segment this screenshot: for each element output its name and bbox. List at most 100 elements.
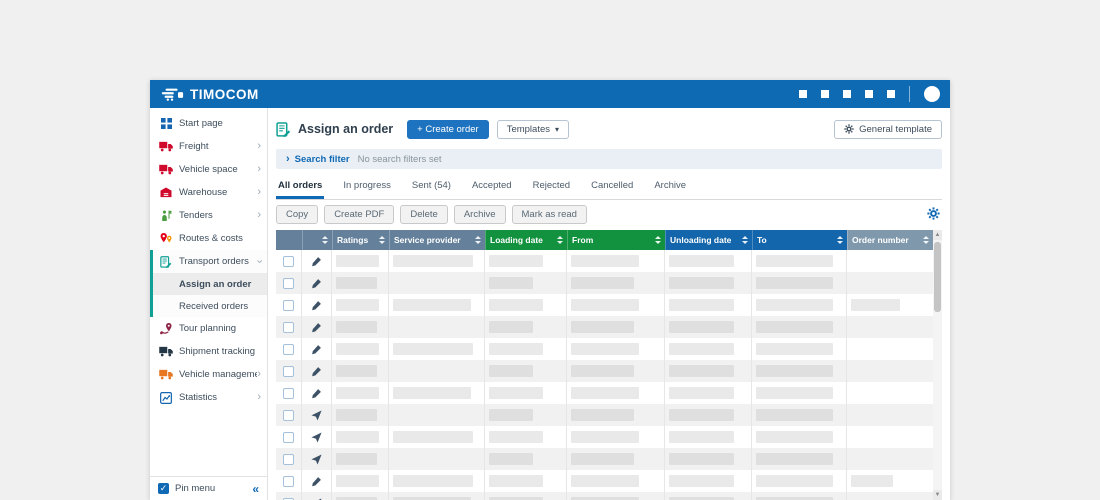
row-checkbox[interactable] (283, 410, 294, 421)
column-header-provider[interactable]: Service provider (389, 230, 485, 250)
general-template-button[interactable]: General template (834, 120, 942, 139)
table-settings-gear-icon[interactable] (927, 207, 940, 220)
table-row[interactable] (276, 250, 933, 272)
scroll-up-icon[interactable]: ▲ (933, 230, 942, 240)
brand-logo[interactable]: TIMOCOM (160, 87, 259, 102)
tab-rejected[interactable]: Rejected (531, 180, 573, 199)
column-header-order[interactable]: Order number (847, 230, 933, 250)
create-pdf-button[interactable]: Create PDF (324, 205, 394, 224)
edit-icon[interactable] (311, 366, 322, 377)
row-checkbox[interactable] (283, 278, 294, 289)
edit-icon[interactable] (311, 344, 322, 355)
sidebar-item-vehicle-management[interactable]: Vehicle management› (150, 363, 267, 386)
collapse-sidebar-icon[interactable]: « (252, 482, 259, 496)
row-checkbox[interactable] (283, 256, 294, 267)
sidebar-item-vehicle-space[interactable]: Vehicle space› (150, 158, 267, 181)
column-header-from[interactable]: From (567, 230, 665, 250)
row-checkbox[interactable] (283, 322, 294, 333)
sidebar-item-tour-planning[interactable]: Tour planning (150, 317, 267, 340)
app-shortcut-icon[interactable] (887, 90, 895, 98)
delete-button[interactable]: Delete (400, 205, 447, 224)
row-checkbox[interactable] (283, 300, 294, 311)
column-header-icon[interactable] (302, 230, 332, 250)
table-row[interactable] (276, 404, 933, 426)
tab-sent-54[interactable]: Sent (54) (410, 180, 453, 199)
search-filter-toggle[interactable]: › Search filter (286, 153, 350, 165)
tab-accepted[interactable]: Accepted (470, 180, 514, 199)
placeholder-bar (756, 475, 833, 487)
scroll-down-icon[interactable]: ▼ (933, 490, 942, 500)
archive-button[interactable]: Archive (454, 205, 506, 224)
tab-archive[interactable]: Archive (652, 180, 688, 199)
sidebar-item-label: Transport orders (179, 256, 249, 267)
search-filter-bar[interactable]: › Search filter No search filters set (276, 149, 942, 169)
mark-as-read-button[interactable]: Mark as read (512, 205, 587, 224)
table-row[interactable] (276, 272, 933, 294)
sidebar-item-warehouse[interactable]: Warehouse› (150, 181, 267, 204)
sidebar-item-tenders[interactable]: Tenders› (150, 204, 267, 227)
table-row[interactable] (276, 492, 933, 500)
table-row[interactable] (276, 382, 933, 404)
column-header-unloading[interactable]: Unloading date (665, 230, 752, 250)
edit-icon[interactable] (311, 278, 322, 289)
tab-all-orders[interactable]: All orders (276, 180, 324, 199)
edit-icon[interactable] (311, 300, 322, 311)
sidebar-item-transport-orders[interactable]: Transport orders› (153, 250, 267, 273)
cell-provider (389, 470, 485, 492)
chevron-right-icon: › (257, 392, 261, 403)
sidebar-item-statistics[interactable]: Statistics› (150, 386, 267, 409)
create-order-button[interactable]: + Create order (407, 120, 489, 139)
user-avatar[interactable] (924, 86, 940, 102)
truck-icon (158, 164, 174, 175)
templates-button[interactable]: Templates ▾ (497, 120, 569, 139)
cell-order (847, 316, 933, 338)
column-header-loading[interactable]: Loading date (485, 230, 567, 250)
row-checkbox[interactable] (283, 476, 294, 487)
app-shortcut-icon[interactable] (865, 90, 873, 98)
edit-icon[interactable] (311, 256, 322, 267)
table-row[interactable] (276, 470, 933, 492)
scrollbar-thumb[interactable] (934, 242, 941, 312)
cell-loading (485, 316, 567, 338)
send-icon[interactable] (311, 432, 322, 443)
tab-in-progress[interactable]: In progress (341, 180, 393, 199)
app-shortcut-icon[interactable] (843, 90, 851, 98)
app-shortcut-icon[interactable] (799, 90, 807, 98)
cell-to (752, 272, 847, 294)
edit-icon[interactable] (311, 476, 322, 487)
table-row[interactable] (276, 448, 933, 470)
sidebar-item-freight[interactable]: Freight› (150, 135, 267, 158)
cell-provider (389, 382, 485, 404)
row-checkbox[interactable] (283, 388, 294, 399)
send-icon[interactable] (311, 410, 322, 421)
tab-cancelled[interactable]: Cancelled (589, 180, 635, 199)
table-row[interactable] (276, 338, 933, 360)
row-checkbox-cell (276, 448, 302, 470)
row-checkbox[interactable] (283, 454, 294, 465)
orders-table: RatingsService providerLoading dateFromU… (276, 230, 942, 500)
chevron-right-icon: › (257, 369, 261, 380)
send-icon[interactable] (311, 454, 322, 465)
column-header-ratings[interactable]: Ratings (332, 230, 389, 250)
cell-to (752, 250, 847, 272)
row-checkbox[interactable] (283, 344, 294, 355)
copy-button[interactable]: Copy (276, 205, 318, 224)
row-checkbox[interactable] (283, 432, 294, 443)
table-row[interactable] (276, 426, 933, 448)
column-header-to[interactable]: To (752, 230, 847, 250)
scrollbar-track[interactable] (933, 240, 942, 490)
sidebar-item-start-page[interactable]: Start page (150, 112, 267, 135)
vertical-scrollbar[interactable]: ▲ ▼ (933, 230, 942, 500)
edit-icon[interactable] (311, 388, 322, 399)
sidebar-item-shipment-tracking[interactable]: Shipment tracking (150, 340, 267, 363)
sidebar-item-assign-an-order[interactable]: Assign an order (153, 273, 267, 295)
edit-icon[interactable] (311, 322, 322, 333)
table-row[interactable] (276, 360, 933, 382)
sidebar-item-received-orders[interactable]: Received orders (153, 295, 267, 317)
app-shortcut-icon[interactable] (821, 90, 829, 98)
pin-menu-checkbox[interactable]: ✓ (158, 483, 169, 494)
row-checkbox[interactable] (283, 366, 294, 377)
table-row[interactable] (276, 316, 933, 338)
table-row[interactable] (276, 294, 933, 316)
sidebar-item-routes-costs[interactable]: Routes & costs (150, 227, 267, 250)
